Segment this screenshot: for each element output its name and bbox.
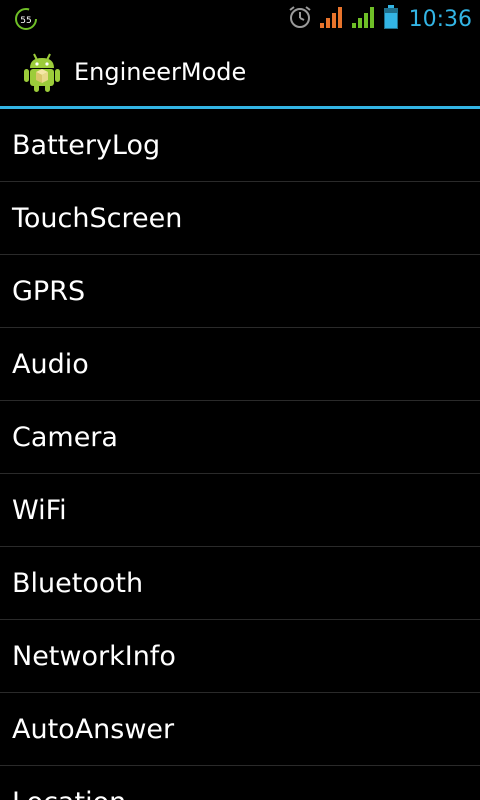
list-item-gprs[interactable]: GPRS: [0, 255, 480, 328]
list-item-wifi[interactable]: WiFi: [0, 474, 480, 547]
list-item-audio[interactable]: Audio: [0, 328, 480, 401]
status-icons: 10:36: [287, 0, 472, 38]
list-item-label: TouchScreen: [12, 203, 183, 234]
badge-value: 55: [20, 16, 31, 26]
status-bar: 55 10:36: [0, 0, 480, 38]
list-item-label: WiFi: [12, 495, 67, 526]
list-item-camera[interactable]: Camera: [0, 401, 480, 474]
list-item-label: Location: [12, 766, 126, 800]
list-item-label: NetworkInfo: [12, 641, 176, 672]
battery-saver-badge-icon: 55: [14, 7, 38, 31]
list-item-location[interactable]: Location: [0, 766, 480, 800]
list-item-label: BatteryLog: [12, 130, 161, 161]
list-item-networkinfo[interactable]: NetworkInfo: [0, 620, 480, 693]
engineer-menu-list[interactable]: BatteryLog TouchScreen GPRS Audio Camera…: [0, 109, 480, 800]
status-clock: 10:36: [408, 6, 472, 32]
alarm-icon: [287, 4, 313, 34]
signal-sim1-icon: [319, 5, 345, 33]
list-item-batterylog[interactable]: BatteryLog: [0, 109, 480, 182]
list-item-autoanswer[interactable]: AutoAnswer: [0, 693, 480, 766]
list-item-label: AutoAnswer: [12, 714, 175, 745]
android-app-icon[interactable]: [20, 50, 64, 94]
action-bar: EngineerMode: [0, 38, 480, 106]
list-item-label: GPRS: [12, 276, 86, 307]
list-item-label: Audio: [12, 349, 89, 380]
list-item-touchscreen[interactable]: TouchScreen: [0, 182, 480, 255]
list-item-label: Camera: [12, 422, 118, 453]
list-item-bluetooth[interactable]: Bluetooth: [0, 547, 480, 620]
battery-icon: [383, 4, 399, 34]
signal-sim2-icon: [351, 5, 377, 33]
list-item-label: Bluetooth: [12, 568, 144, 599]
app-title: EngineerMode: [74, 58, 247, 86]
